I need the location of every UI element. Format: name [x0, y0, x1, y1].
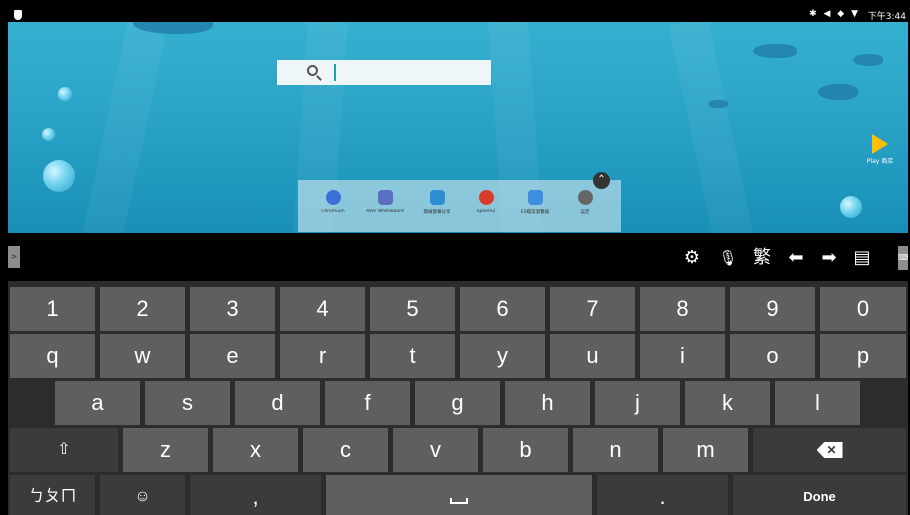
dock-app-aver-whiteboard[interactable]: AVer Whiteboard: [362, 190, 408, 214]
key-x[interactable]: x: [213, 428, 298, 472]
dock-app-sphere2[interactable]: Sphere2: [463, 190, 509, 214]
dock-app-settings[interactable]: 設定: [562, 190, 608, 215]
bubble-decoration: [840, 196, 862, 218]
shift-key[interactable]: ⇧: [10, 428, 118, 472]
keyboard-settings-icon[interactable]: ⚙: [680, 246, 704, 270]
expand-candidates-button[interactable]: >: [8, 246, 20, 268]
bubble-decoration: [42, 128, 55, 141]
key-0[interactable]: 0: [820, 287, 906, 331]
search-bar[interactable]: [277, 60, 491, 85]
notification-shield-icon: [14, 10, 22, 20]
space-key[interactable]: [326, 475, 592, 515]
key-k[interactable]: k: [685, 381, 770, 425]
clock: 下午3:44: [867, 12, 906, 22]
key-8[interactable]: 8: [640, 287, 725, 331]
key-j[interactable]: j: [595, 381, 680, 425]
microphone-icon[interactable]: 🎙: [716, 246, 740, 270]
key-1[interactable]: 1: [10, 287, 95, 331]
search-icon: [307, 65, 318, 76]
fish-decoration: [853, 54, 883, 66]
key-m[interactable]: m: [663, 428, 748, 472]
play-store-label: Play 商店: [866, 158, 894, 165]
key-b[interactable]: b: [483, 428, 568, 472]
key-h[interactable]: h: [505, 381, 590, 425]
key-s[interactable]: s: [145, 381, 230, 425]
key-n[interactable]: n: [573, 428, 658, 472]
dock-app-es-file-manager[interactable]: ES檔案瀏覽器: [512, 190, 558, 215]
dock-app-label: ES檔案瀏覽器: [520, 210, 550, 215]
dock-app-label: 設定: [580, 210, 590, 215]
key-o[interactable]: o: [730, 334, 815, 378]
cursor-right-icon[interactable]: ➡: [817, 246, 841, 270]
light-ray: [668, 22, 762, 233]
key-w[interactable]: w: [100, 334, 185, 378]
play-store-shortcut[interactable]: Play 商店: [864, 134, 896, 165]
key-r[interactable]: r: [280, 334, 365, 378]
home-wallpaper: Play 商店 Chromium AVer Whiteboard 無線螢幕分享 …: [8, 22, 908, 233]
bubble-decoration: [58, 87, 72, 101]
dock-collapse-button[interactable]: ⌃: [593, 172, 610, 189]
folder-icon: [527, 190, 543, 205]
sphere-icon: [478, 190, 494, 205]
light-ray: [74, 22, 168, 233]
bubble-decoration: [43, 160, 75, 192]
key-6[interactable]: 6: [460, 287, 545, 331]
space-bar-icon: [450, 498, 468, 504]
cast-icon: [429, 190, 445, 205]
cursor-left-icon[interactable]: ⬅: [784, 246, 808, 270]
fish-decoration: [818, 84, 858, 100]
done-key[interactable]: Done: [733, 475, 906, 515]
app-dock: Chromium AVer Whiteboard 無線螢幕分享 Sphere2 …: [298, 180, 621, 232]
text-cursor: [334, 64, 336, 81]
key-t[interactable]: t: [370, 334, 455, 378]
backspace-icon: [816, 442, 843, 458]
fish-decoration: [708, 100, 728, 108]
zhuyin-mode-key[interactable]: ㄅㄆㄇ: [10, 475, 95, 515]
traditional-chinese-toggle[interactable]: 繁: [750, 246, 774, 270]
key-i[interactable]: i: [640, 334, 725, 378]
dock-app-screen-share[interactable]: 無線螢幕分享: [414, 190, 460, 215]
dock-app-label: Sphere2: [476, 209, 496, 214]
key-e[interactable]: e: [190, 334, 275, 378]
key-f[interactable]: f: [325, 381, 410, 425]
backspace-key[interactable]: [753, 428, 906, 472]
fish-decoration: [753, 44, 797, 58]
emoji-key[interactable]: ☺: [100, 475, 185, 515]
period-key[interactable]: .: [597, 475, 728, 515]
key-5[interactable]: 5: [370, 287, 455, 331]
dock-app-label: 無線螢幕分享: [423, 210, 451, 215]
key-9[interactable]: 9: [730, 287, 815, 331]
key-y[interactable]: y: [460, 334, 545, 378]
key-g[interactable]: g: [415, 381, 500, 425]
gear-icon: [577, 190, 593, 205]
keyboard-toolbar: > ⚙ 🎙 繁 ⬅ ➡ ▤ ⌨: [8, 233, 908, 281]
key-7[interactable]: 7: [550, 287, 635, 331]
key-4[interactable]: 4: [280, 287, 365, 331]
key-d[interactable]: d: [235, 381, 320, 425]
clipboard-icon[interactable]: ▤: [850, 246, 874, 270]
key-a[interactable]: a: [55, 381, 140, 425]
key-p[interactable]: p: [820, 334, 906, 378]
comma-key[interactable]: ,: [190, 475, 321, 515]
dock-app-chromium[interactable]: Chromium: [310, 190, 356, 214]
key-2[interactable]: 2: [100, 287, 185, 331]
key-z[interactable]: z: [123, 428, 208, 472]
play-store-icon: [872, 134, 888, 154]
dock-app-label: Chromium: [321, 209, 345, 214]
screen: ✱ ◀ ◆ ▼ 下午3:44 Play 商店 Chromium AVer Whi…: [0, 0, 910, 515]
status-bar: ✱ ◀ ◆ ▼ 下午3:44: [8, 8, 908, 22]
key-c[interactable]: c: [303, 428, 388, 472]
whiteboard-icon: [377, 190, 393, 205]
key-v[interactable]: v: [393, 428, 478, 472]
status-icons: ✱ ◀ ◆ ▼: [809, 9, 860, 19]
dock-app-label: AVer Whiteboard: [366, 209, 404, 214]
key-3[interactable]: 3: [190, 287, 275, 331]
key-q[interactable]: q: [10, 334, 95, 378]
keyboard-switch-icon[interactable]: ⌨: [898, 246, 908, 270]
key-l[interactable]: l: [775, 381, 860, 425]
key-u[interactable]: u: [550, 334, 635, 378]
soft-keyboard: 1 2 3 4 5 6 7 8 9 0 q w e r t y u i o p …: [8, 281, 908, 515]
chromium-icon: [325, 190, 341, 205]
